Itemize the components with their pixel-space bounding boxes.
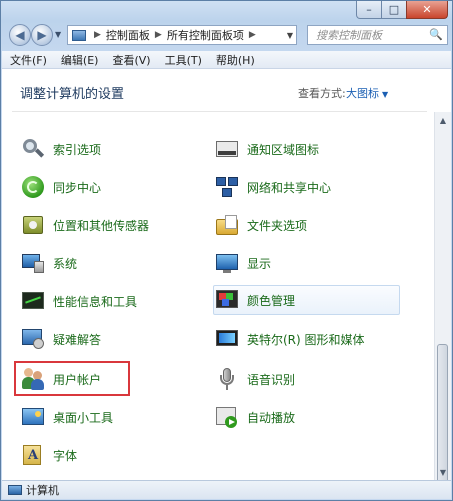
item-label: 颜色管理 xyxy=(247,293,296,308)
menu-bar: 文件(F) 编辑(E) 查看(V) 工具(T) 帮助(H) xyxy=(2,51,451,69)
item-label: 自动播放 xyxy=(247,410,296,425)
scrollbar-thumb[interactable] xyxy=(437,344,448,484)
item-label: 用户帐户 xyxy=(53,372,102,387)
control-panel-icon xyxy=(72,29,86,41)
computer-icon xyxy=(8,485,22,495)
search-input[interactable]: 搜索控制面板 🔍 xyxy=(307,25,448,45)
arrow-right-icon: ▶ xyxy=(37,28,47,42)
menu-view[interactable]: 查看(V) xyxy=(112,52,150,68)
item-system[interactable]: 系统 xyxy=(21,249,181,277)
item-location-sensors[interactable]: 位置和其他传感器 xyxy=(21,211,181,239)
menu-help[interactable]: 帮助(H) xyxy=(216,52,255,68)
partial-icon xyxy=(21,115,45,127)
item-user-accounts[interactable]: 用户帐户 xyxy=(21,365,181,393)
breadcrumb-all-items[interactable]: 所有控制面板项 xyxy=(167,27,244,43)
item-troubleshooting[interactable]: 疑难解答 xyxy=(21,325,181,353)
magnifier-icon xyxy=(21,137,45,161)
recent-pages-dropdown[interactable]: ▼ xyxy=(55,30,61,39)
item-label: 通知区域图标 xyxy=(247,142,320,157)
status-bar: 计算机 xyxy=(2,480,451,499)
item-label: 字体 xyxy=(53,448,78,463)
network-icon xyxy=(215,175,239,199)
search-icon[interactable]: 🔍 xyxy=(429,28,443,41)
page-title: 调整计算机的设置 xyxy=(20,87,125,102)
address-dropdown-icon[interactable]: ▼ xyxy=(287,31,293,40)
breadcrumb-separator-icon[interactable]: ▶ xyxy=(249,30,256,40)
control-panel-window: – □ ✕ ◀ ▶ ▼ ▶ 控制面板 ▶ 所有控制面板项 ▶ ▼ 搜索控制面板 … xyxy=(0,0,453,501)
fonts-icon: A xyxy=(21,443,45,467)
close-button[interactable]: ✕ xyxy=(406,1,448,19)
folder-options-icon xyxy=(215,213,239,237)
item-sync-center[interactable]: 同步中心 xyxy=(21,173,181,201)
system-icon xyxy=(21,251,45,275)
menu-tools[interactable]: 工具(T) xyxy=(165,52,202,68)
breadcrumb-control-panel[interactable]: 控制面板 xyxy=(106,27,150,43)
vertical-scrollbar[interactable]: ▲ ▼ xyxy=(434,112,451,484)
breadcrumb-separator-icon[interactable]: ▶ xyxy=(155,30,162,40)
scroll-up-icon[interactable]: ▲ xyxy=(435,112,451,128)
header-divider xyxy=(12,111,427,112)
gadgets-icon xyxy=(21,405,45,429)
content-area: 调整计算机的设置 查看方式: 大图标 ▼ 索引选项 同步中心 位置和其他传感器 … xyxy=(2,69,451,484)
user-accounts-icon xyxy=(21,367,45,391)
scroll-down-icon[interactable]: ▼ xyxy=(435,464,451,480)
item-label: 桌面小工具 xyxy=(53,410,114,425)
arrow-left-icon: ◀ xyxy=(15,28,25,42)
view-by-value: 大图标 xyxy=(346,87,379,100)
item-desktop-gadgets[interactable]: 桌面小工具 xyxy=(21,403,181,431)
item-speech-recognition[interactable]: 语音识别 xyxy=(215,365,415,393)
color-management-icon xyxy=(215,288,239,312)
item-intel-graphics[interactable]: 英特尔(R) 图形和媒体 xyxy=(215,325,415,353)
item-folder-options[interactable]: 文件夹选项 xyxy=(215,211,415,239)
item-label: 索引选项 xyxy=(53,142,102,157)
maximize-button[interactable]: □ xyxy=(381,1,407,19)
item-label: 英特尔(R) 图形和媒体 xyxy=(247,332,365,347)
list-item-partial xyxy=(21,115,181,127)
troubleshoot-icon xyxy=(21,327,45,351)
back-button[interactable]: ◀ xyxy=(9,24,31,46)
minimize-button[interactable]: – xyxy=(356,1,382,19)
view-by-label: 查看方式: xyxy=(298,87,346,100)
performance-icon xyxy=(21,289,45,313)
item-indexing-options[interactable]: 索引选项 xyxy=(21,135,181,163)
search-placeholder: 搜索控制面板 xyxy=(316,29,382,42)
menu-file[interactable]: 文件(F) xyxy=(10,52,47,68)
item-color-management[interactable]: 颜色管理 xyxy=(213,285,400,315)
item-display[interactable]: 显示 xyxy=(215,249,415,277)
speech-recognition-icon xyxy=(215,367,239,391)
sync-icon xyxy=(21,175,45,199)
location-sensor-icon xyxy=(21,213,45,237)
navigation-bar: ◀ ▶ ▼ ▶ 控制面板 ▶ 所有控制面板项 ▶ ▼ 搜索控制面板 🔍 xyxy=(7,23,448,49)
item-network-sharing[interactable]: 网络和共享中心 xyxy=(215,173,415,201)
chevron-down-icon: ▼ xyxy=(382,90,389,99)
breadcrumb-separator-icon[interactable]: ▶ xyxy=(94,30,101,40)
item-label: 系统 xyxy=(53,256,78,271)
item-label: 网络和共享中心 xyxy=(247,180,332,195)
display-icon xyxy=(215,251,239,275)
caption-buttons: – □ ✕ xyxy=(356,1,448,19)
intel-graphics-icon xyxy=(215,327,239,351)
item-performance[interactable]: 性能信息和工具 xyxy=(21,287,181,315)
item-label: 显示 xyxy=(247,256,272,271)
menu-edit[interactable]: 编辑(E) xyxy=(61,52,99,68)
address-bar[interactable]: ▶ 控制面板 ▶ 所有控制面板项 ▶ ▼ xyxy=(67,25,297,45)
forward-button[interactable]: ▶ xyxy=(31,24,53,46)
item-label: 位置和其他传感器 xyxy=(53,218,150,233)
item-autoplay[interactable]: 自动播放 xyxy=(215,403,415,431)
list-item-partial xyxy=(215,115,415,127)
partial-icon xyxy=(215,115,239,127)
item-label: 疑难解答 xyxy=(53,332,102,347)
item-fonts[interactable]: A 字体 xyxy=(21,441,181,469)
item-label: 语音识别 xyxy=(247,372,296,387)
item-label: 同步中心 xyxy=(53,180,102,195)
view-by-dropdown[interactable]: 大图标 ▼ xyxy=(346,85,388,101)
item-notification-icons[interactable]: 通知区域图标 xyxy=(215,135,415,163)
notification-area-icon xyxy=(215,137,239,161)
item-label: 文件夹选项 xyxy=(247,218,308,233)
autoplay-icon xyxy=(215,405,239,429)
status-text: 计算机 xyxy=(26,484,59,497)
item-label: 性能信息和工具 xyxy=(53,294,138,309)
